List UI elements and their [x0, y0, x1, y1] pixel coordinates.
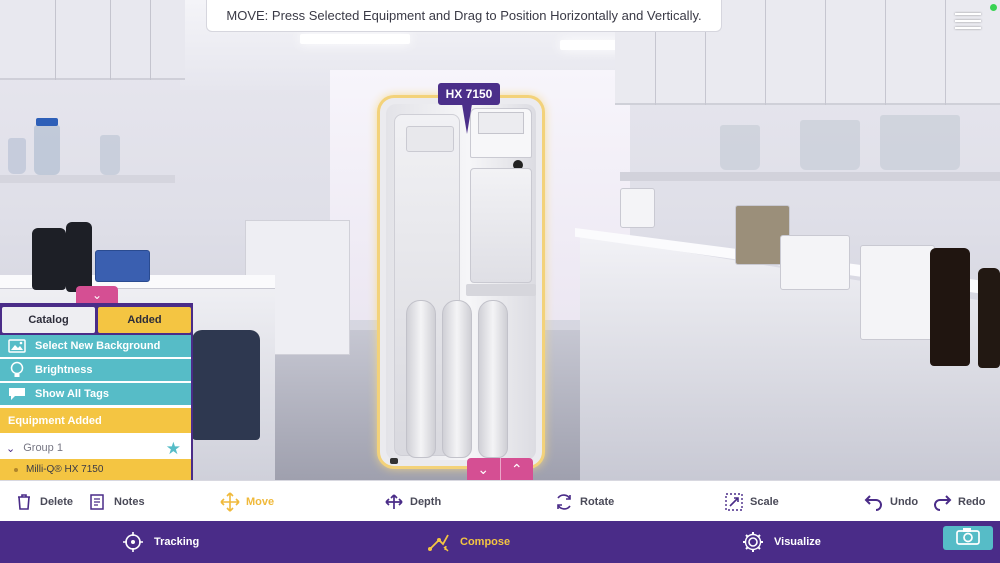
equipment-body [386, 104, 536, 464]
compose-button[interactable]: Compose [426, 521, 510, 563]
edit-toolbar: Delete Notes Move Depth Rotate Scale Und… [0, 480, 1000, 521]
depth-arrows-icon [384, 492, 404, 512]
brightness-button[interactable]: Brightness [0, 359, 191, 382]
lab-instrument [860, 245, 935, 340]
glassware [100, 135, 120, 175]
equipment-front-panel [470, 168, 532, 283]
select-new-background-label: Select New Background [35, 340, 161, 352]
depth-button[interactable]: Depth [384, 481, 441, 522]
trash-icon [14, 492, 34, 512]
item-label: Milli-Q® HX 7150 [26, 464, 104, 475]
rotate-label: Rotate [580, 495, 615, 508]
shelf-left [0, 175, 175, 183]
blue-instrument [95, 250, 150, 282]
equipment-cartridge [406, 300, 436, 458]
speech-bubble-icon [8, 387, 26, 401]
tab-added[interactable]: Added [98, 307, 191, 333]
packaging [780, 235, 850, 290]
brightness-label: Brightness [35, 364, 93, 376]
dark-bottle [32, 228, 66, 290]
equipment-foot [390, 458, 398, 464]
notes-icon [88, 492, 108, 512]
dark-bottle [66, 222, 92, 292]
star-icon[interactable]: ★ [166, 439, 181, 459]
lab-instrument [620, 188, 655, 228]
equipment-display [478, 112, 524, 134]
select-new-background-button[interactable]: Select New Background [0, 335, 191, 358]
move-button[interactable]: Move [220, 481, 274, 522]
undo-label: Undo [890, 495, 919, 508]
bottle-cap [36, 118, 58, 126]
notes-label: Notes [114, 495, 145, 508]
delete-label: Delete [40, 495, 74, 508]
scale-button[interactable]: Scale [724, 481, 779, 522]
redo-button[interactable]: Redo [932, 481, 986, 522]
undo-button[interactable]: Undo [864, 481, 918, 522]
compose-label: Compose [460, 536, 511, 548]
chevron-down-icon[interactable]: ⌄ [467, 458, 500, 480]
image-icon [8, 339, 26, 353]
rotate-icon [554, 492, 574, 512]
amber-bottle [978, 268, 1000, 368]
equipment-cartridge [442, 300, 472, 458]
list-item[interactable]: Milli-Q® HX 7150 [0, 459, 191, 480]
visualize-button[interactable]: Visualize [740, 521, 821, 563]
chevron-down-icon: ⌄ [91, 288, 103, 302]
show-all-tags-button[interactable]: Show All Tags [0, 383, 191, 406]
amber-bottle [930, 248, 970, 366]
glassware [34, 125, 60, 175]
upper-cabinets-left [0, 0, 185, 80]
compose-icon [426, 529, 452, 555]
equipment-added-heading: Equipment Added [0, 408, 191, 433]
equipment-hx-7150[interactable] [380, 98, 542, 466]
chevron-down-icon[interactable]: ⌄ [6, 442, 15, 455]
equipment-tag[interactable]: HX 7150 [438, 83, 500, 105]
show-all-tags-label: Show All Tags [35, 388, 109, 400]
lightbulb-icon [8, 361, 26, 377]
chevron-up-icon[interactable]: ⌃ [499, 458, 534, 480]
panel-collapse-toggle[interactable]: ⌄ [76, 286, 118, 304]
equipment-tag-pointer [462, 104, 472, 134]
undo-icon [864, 492, 884, 512]
panel-tabs: Catalog Added [0, 305, 191, 335]
status-indicator [990, 4, 997, 11]
rotate-button[interactable]: Rotate [554, 481, 614, 522]
tracking-label: Tracking [154, 536, 200, 548]
tab-catalog[interactable]: Catalog [2, 307, 95, 333]
equipment-cartridge [478, 300, 508, 458]
depth-label: Depth [410, 495, 442, 508]
scale-icon [724, 492, 744, 512]
glassware [8, 138, 26, 174]
chair [192, 330, 260, 440]
hamburger-menu-icon[interactable] [952, 10, 982, 32]
ceiling-light [300, 34, 410, 44]
crosshair-icon [120, 529, 146, 555]
equipment-slot [406, 126, 454, 152]
glassware [720, 125, 760, 170]
move-arrows-icon [220, 491, 240, 512]
move-label: Move [246, 495, 275, 508]
visualize-label: Visualize [774, 536, 821, 548]
instruction-banner: MOVE: Press Selected Equipment and Drag … [206, 0, 722, 32]
camera-icon [955, 527, 981, 550]
notes-button[interactable]: Notes [88, 481, 145, 522]
group-label: Group 1 [23, 442, 63, 454]
scale-label: Scale [750, 495, 779, 508]
equipment-handle[interactable]: ⌄ ⌃ [467, 458, 533, 480]
gear-icon [740, 529, 766, 555]
camera-button[interactable] [943, 526, 993, 550]
bullet-icon [14, 467, 18, 472]
side-panel: Catalog Added Select New Background Brig… [0, 303, 193, 480]
group-row[interactable]: ⌄ Group 1 ★ [0, 436, 191, 460]
redo-label: Redo [958, 495, 986, 508]
glassware [800, 120, 860, 170]
redo-icon [932, 492, 952, 512]
glassware [880, 115, 960, 170]
delete-button[interactable]: Delete [14, 481, 73, 522]
shelf-right [620, 172, 1000, 181]
tracking-button[interactable]: Tracking [120, 521, 199, 563]
mode-navbar: Tracking Compose Visualize [0, 521, 1000, 563]
equipment-tray [466, 284, 536, 296]
